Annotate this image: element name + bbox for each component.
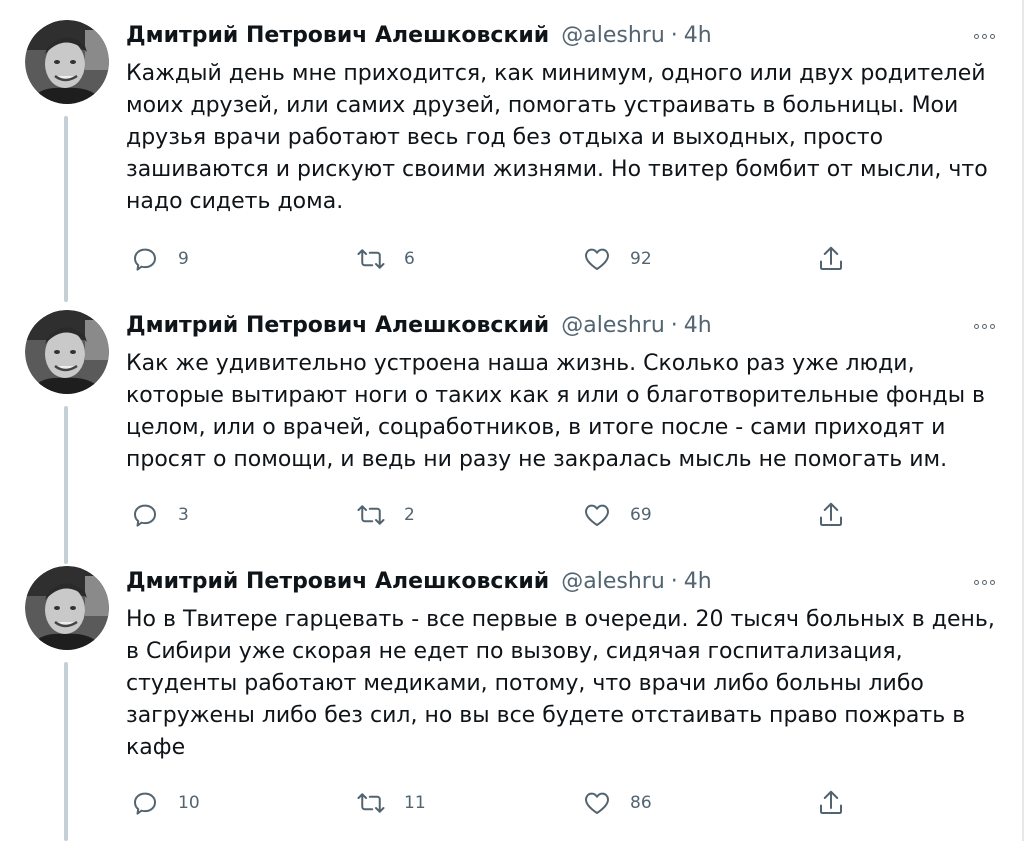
more-icon[interactable] <box>966 24 1002 48</box>
reply-count: 3 <box>178 505 189 525</box>
author-name[interactable]: Дмитрий Петрович Алешковский <box>126 566 549 598</box>
thread-connector-line <box>64 662 68 841</box>
like-count: 86 <box>630 793 652 813</box>
share-icon <box>820 502 842 526</box>
tweet-time[interactable]: 4h <box>684 310 712 342</box>
reply-count: 10 <box>178 793 200 813</box>
heart-icon <box>585 504 609 526</box>
tweet-actions: 10 11 86 <box>126 786 866 820</box>
like-button[interactable]: 86 <box>582 786 652 820</box>
thread-connector-line <box>64 406 68 564</box>
share-button[interactable] <box>816 242 846 276</box>
author-name[interactable]: Дмитрий Петрович Алешковский <box>126 310 549 342</box>
tweet-text: Как же удивительно устроена наша жизнь. … <box>126 351 986 472</box>
heart-icon <box>585 248 609 270</box>
avatar-column <box>25 566 109 650</box>
retweet-count: 2 <box>404 505 415 525</box>
tweet-time[interactable]: 4h <box>684 566 712 598</box>
retweet-button[interactable]: 11 <box>356 786 426 820</box>
author-handle[interactable]: @aleshru <box>561 566 665 598</box>
separator-dot: · <box>670 313 678 338</box>
tweet-text: Каждый день мне приходится, как минимум,… <box>126 61 988 214</box>
reply-count: 9 <box>178 249 189 269</box>
tweet[interactable]: Дмитрий Петрович Алешковский @aleshru · … <box>0 566 1024 841</box>
like-button[interactable]: 69 <box>582 498 652 532</box>
reply-icon <box>134 504 156 527</box>
share-button[interactable] <box>816 498 846 532</box>
retweet-button[interactable]: 6 <box>356 242 415 276</box>
tweet-thread: Дмитрий Петрович Алешковский @aleshru · … <box>0 0 1024 841</box>
more-icon[interactable] <box>966 314 1002 338</box>
avatar[interactable] <box>25 20 109 104</box>
tweet-header: Дмитрий Петрович Алешковский @aleshru · … <box>126 20 996 52</box>
author-name[interactable]: Дмитрий Петрович Алешковский <box>126 20 549 52</box>
share-icon <box>820 246 842 270</box>
share-icon <box>820 790 842 814</box>
tweet-content: Дмитрий Петрович Алешковский @aleshru · … <box>126 20 996 271</box>
tweet-text: Но в Твитере гарцевать - все первые в оч… <box>126 607 995 760</box>
separator-dot: · <box>670 569 678 594</box>
avatar-column <box>25 310 109 394</box>
heart-icon <box>585 792 609 814</box>
reply-button[interactable]: 9 <box>130 242 189 276</box>
tweet-actions: 9 6 92 <box>126 242 866 276</box>
tweet-actions: 3 2 69 <box>126 498 866 532</box>
separator-dot: · <box>670 23 678 48</box>
reply-icon <box>134 248 156 271</box>
tweet[interactable]: Дмитрий Петрович Алешковский @aleshru · … <box>0 310 1024 564</box>
tweet-content: Дмитрий Петрович Алешковский @aleshru · … <box>126 566 996 815</box>
tweet-header: Дмитрий Петрович Алешковский @aleshru · … <box>126 566 996 598</box>
retweet-icon <box>357 793 385 813</box>
retweet-icon <box>357 249 385 269</box>
avatar-column <box>25 20 109 104</box>
retweet-count: 6 <box>404 249 415 269</box>
avatar[interactable] <box>25 310 109 394</box>
retweet-icon <box>357 505 385 525</box>
reply-button[interactable]: 3 <box>130 498 189 532</box>
like-count: 92 <box>630 249 652 269</box>
retweet-count: 11 <box>404 793 426 813</box>
thread-connector-line <box>64 116 68 302</box>
share-button[interactable] <box>816 786 846 820</box>
avatar[interactable] <box>25 566 109 650</box>
tweet-header: Дмитрий Петрович Алешковский @aleshru · … <box>126 310 996 342</box>
author-handle[interactable]: @aleshru <box>561 20 665 52</box>
like-count: 69 <box>630 505 652 525</box>
reply-icon <box>134 792 156 815</box>
more-icon[interactable] <box>966 570 1002 594</box>
tweet-content: Дмитрий Петрович Алешковский @aleshru · … <box>126 310 996 527</box>
tweet[interactable]: Дмитрий Петрович Алешковский @aleshru · … <box>0 20 1024 302</box>
author-handle[interactable]: @aleshru <box>561 310 665 342</box>
reply-button[interactable]: 10 <box>130 786 200 820</box>
tweet-time[interactable]: 4h <box>684 20 712 52</box>
like-button[interactable]: 92 <box>582 242 652 276</box>
retweet-button[interactable]: 2 <box>356 498 415 532</box>
